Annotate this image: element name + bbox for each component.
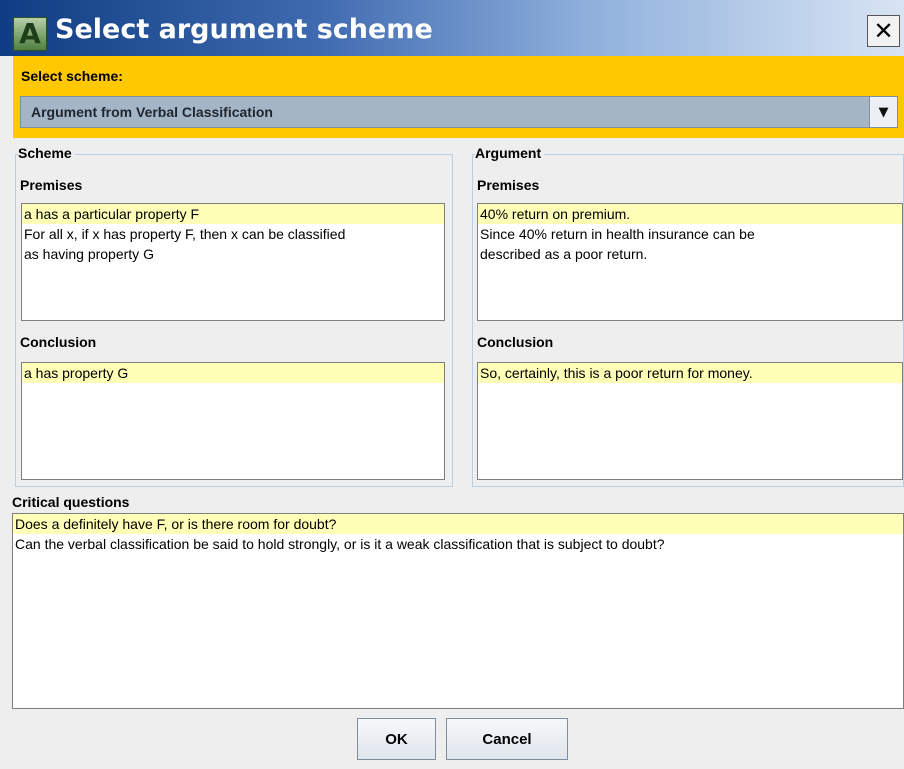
scheme-premises-label: Premises bbox=[20, 177, 83, 193]
close-icon: ✕ bbox=[873, 17, 894, 45]
app-logo-icon: A bbox=[13, 17, 47, 51]
scheme-conclusion-line: a has property G bbox=[22, 363, 444, 383]
argument-conclusion-line: So, certainly, this is a poor return for… bbox=[478, 363, 902, 383]
critical-questions-box[interactable]: Does a definitely have F, or is there ro… bbox=[12, 513, 904, 709]
scheme-group-title: Scheme bbox=[18, 145, 75, 161]
scheme-selector-panel: Select scheme: Argument from Verbal Clas… bbox=[13, 56, 904, 138]
dropdown-toggle[interactable]: ▼ bbox=[869, 97, 897, 127]
scheme-premise-line: For all x, if x has property F, then x c… bbox=[24, 226, 346, 242]
select-scheme-label: Select scheme: bbox=[21, 68, 123, 84]
argument-premise-line: 40% return on premium. bbox=[478, 204, 902, 224]
critical-question-line: Does a definitely have F, or is there ro… bbox=[13, 514, 903, 534]
argument-group-title: Argument bbox=[475, 145, 545, 161]
triangle-down-icon: ▼ bbox=[878, 104, 889, 120]
critical-questions-label: Critical questions bbox=[12, 494, 130, 510]
scheme-premise-line: a has a particular property F bbox=[22, 204, 444, 224]
app-logo-letter: A bbox=[19, 17, 41, 50]
scheme-premises-box[interactable]: a has a particular property F For all x,… bbox=[21, 203, 445, 321]
argument-premise-line: described as a poor return. bbox=[480, 246, 648, 262]
title-bar: A Select argument scheme ✕ bbox=[0, 0, 904, 56]
scheme-dropdown[interactable]: Argument from Verbal Classification ▼ bbox=[20, 96, 898, 128]
scheme-conclusion-label: Conclusion bbox=[20, 334, 97, 350]
argument-conclusion-box[interactable]: So, certainly, this is a poor return for… bbox=[477, 362, 903, 480]
close-button[interactable]: ✕ bbox=[867, 15, 900, 47]
argument-premise-line: Since 40% return in health insurance can… bbox=[480, 226, 755, 242]
scheme-premise-line: as having property G bbox=[24, 246, 154, 262]
critical-question-line: Can the verbal classification be said to… bbox=[15, 536, 665, 552]
window-title: Select argument scheme bbox=[55, 14, 433, 45]
argument-conclusion-label: Conclusion bbox=[477, 334, 554, 350]
argument-premises-box[interactable]: 40% return on premium. Since 40% return … bbox=[477, 203, 903, 321]
scheme-dropdown-value: Argument from Verbal Classification bbox=[31, 104, 273, 120]
scheme-conclusion-box[interactable]: a has property G bbox=[21, 362, 445, 480]
cancel-button[interactable]: Cancel bbox=[446, 718, 568, 760]
argument-premises-label: Premises bbox=[477, 177, 540, 193]
ok-button[interactable]: OK bbox=[357, 718, 436, 760]
